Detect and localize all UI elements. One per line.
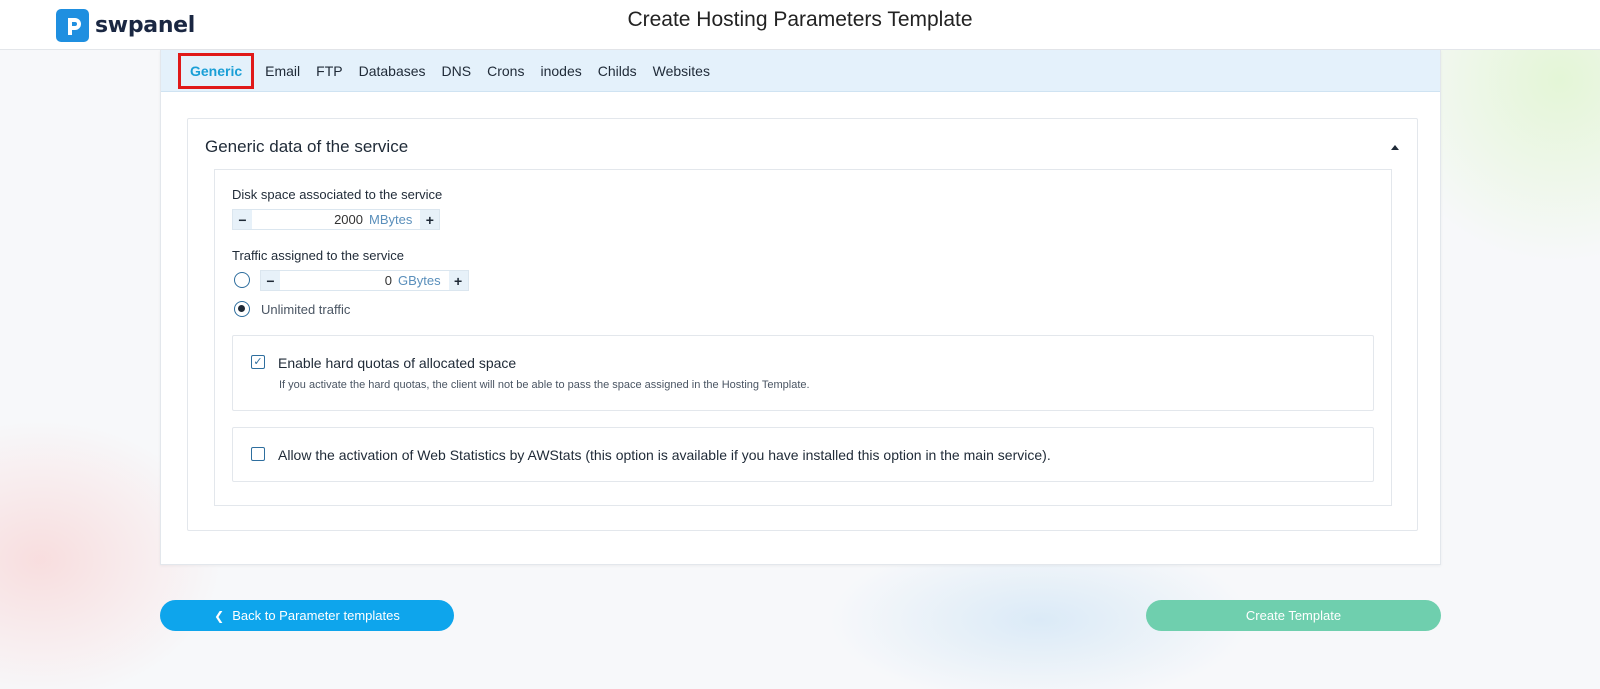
section-title: Generic data of the service xyxy=(205,137,409,156)
unlimited-traffic-radio[interactable] xyxy=(234,301,250,317)
section-body: Disk space associated to the service − M… xyxy=(214,169,1392,506)
collapse-caret-icon[interactable] xyxy=(1391,144,1399,150)
tab-databases[interactable]: Databases xyxy=(351,50,434,92)
traffic-limited-radio[interactable] xyxy=(234,272,250,288)
traffic-unit: GBytes xyxy=(398,273,441,288)
disk-space-label: Disk space associated to the service xyxy=(232,187,443,202)
tab-childs[interactable]: Childs xyxy=(590,50,645,92)
disk-decrement-button[interactable]: − xyxy=(233,210,252,229)
traffic-label: Traffic assigned to the service xyxy=(232,248,404,263)
disk-space-stepper: − MBytes + xyxy=(232,209,441,230)
tab-websites[interactable]: Websites xyxy=(645,50,718,92)
back-to-templates-button[interactable]: ❮ Back to Parameter templates xyxy=(160,600,454,631)
traffic-increment-button[interactable]: + xyxy=(448,271,468,290)
template-card: Generic Email FTP Databases DNS Crons in… xyxy=(160,50,1441,565)
tab-crons[interactable]: Crons xyxy=(479,50,532,92)
create-button-label: Create Template xyxy=(1245,608,1342,623)
awstats-checkbox[interactable] xyxy=(251,447,265,461)
traffic-input[interactable] xyxy=(280,271,398,290)
awstats-title: Allow the activation of Web Statistics b… xyxy=(278,447,1051,463)
generic-data-section: Generic data of the service Disk space a… xyxy=(187,118,1418,531)
create-template-button[interactable]: Create Template xyxy=(1146,600,1441,631)
traffic-decrement-button[interactable]: − xyxy=(261,271,280,290)
hard-quotas-checkbox[interactable]: ✓ xyxy=(251,355,265,369)
chevron-left-icon: ❮ xyxy=(214,608,225,623)
awstats-box: Allow the activation of Web Statistics b… xyxy=(232,427,1374,482)
disk-unit: MBytes xyxy=(369,212,413,227)
hard-quotas-title: Enable hard quotas of allocated space xyxy=(278,355,517,371)
tab-inodes[interactable]: inodes xyxy=(532,50,589,92)
section-header[interactable]: Generic data of the service xyxy=(188,119,1417,175)
hard-quotas-box: ✓ Enable hard quotas of allocated space … xyxy=(232,335,1374,411)
back-button-label: Back to Parameter templates xyxy=(232,608,400,623)
tab-email[interactable]: Email xyxy=(257,50,308,92)
hard-quotas-help: If you activate the hard quotas, the cli… xyxy=(279,379,810,391)
unlimited-traffic-label: Unlimited traffic xyxy=(261,302,351,317)
checkmark-icon: ✓ xyxy=(253,355,263,368)
disk-space-input[interactable] xyxy=(252,210,369,229)
tab-dns[interactable]: DNS xyxy=(434,50,480,92)
page-title: Create Hosting Parameters Template xyxy=(627,8,973,31)
traffic-stepper: − GBytes + xyxy=(260,270,469,291)
top-bar: swpanel Create Hosting Parameters Templa… xyxy=(0,0,1600,50)
tab-generic[interactable]: Generic xyxy=(175,50,257,92)
disk-increment-button[interactable]: + xyxy=(420,210,440,229)
tab-bar: Generic Email FTP Databases DNS Crons in… xyxy=(161,50,1440,92)
tab-ftp[interactable]: FTP xyxy=(308,50,350,92)
